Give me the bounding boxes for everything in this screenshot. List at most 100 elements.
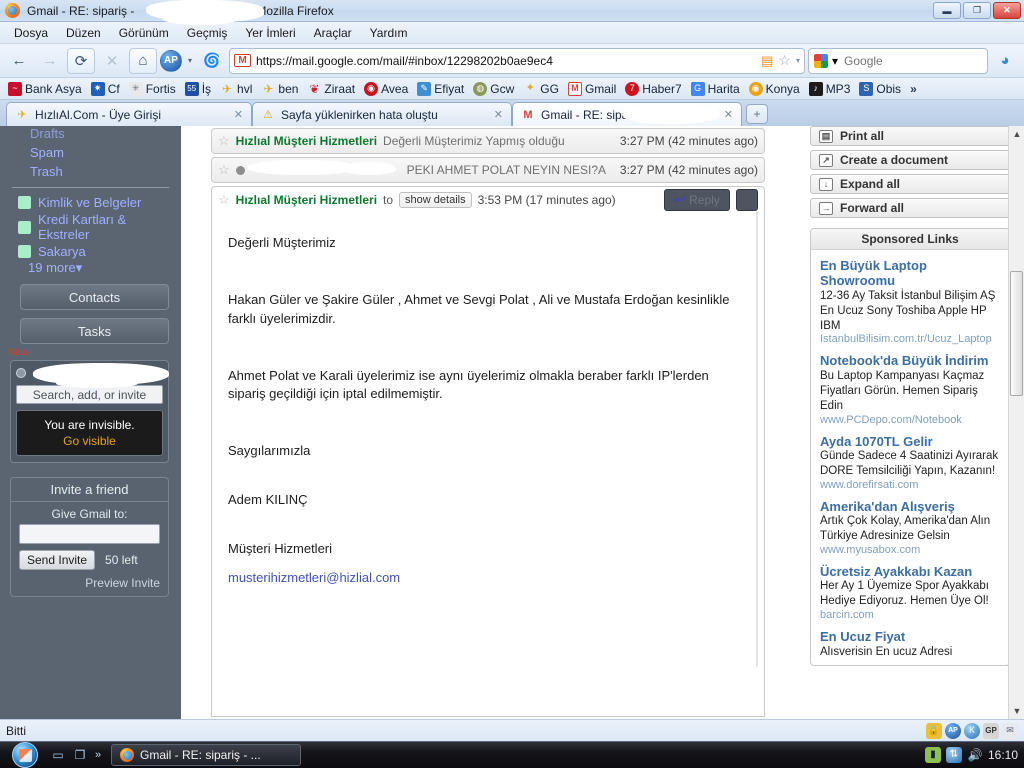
star-icon[interactable]: ☆ <box>218 133 230 149</box>
battery-icon[interactable]: ▮ <box>924 747 941 763</box>
bookmark-star-icon[interactable]: ☆ <box>778 52 791 69</box>
send-invite-button[interactable]: Send Invite <box>19 550 96 571</box>
menu-gecmis[interactable]: Geçmiş <box>179 24 236 42</box>
ad-title[interactable]: En Büyük Laptop Showroomu <box>820 258 1000 289</box>
tab-close-icon[interactable]: ✕ <box>234 108 243 121</box>
chat-status-icon[interactable] <box>16 368 26 378</box>
sidebar-label-kimlik-ve-belgeler[interactable]: Kimlik ve Belgeler <box>0 194 181 211</box>
google-search-engine-icon[interactable] <box>814 53 828 68</box>
url-dropdown-icon[interactable]: ▾ <box>796 56 800 65</box>
ad-title[interactable]: Ayda 1070TL Gelir <box>820 434 1000 449</box>
new-tab-button[interactable]: + <box>746 104 768 124</box>
ad-url[interactable]: www.dorefirsati.com <box>820 479 1000 491</box>
bookmark-efiyat[interactable]: ✎ Efiyat <box>413 81 468 97</box>
ad-title[interactable]: Amerika'dan Alışveriş <box>820 499 1000 514</box>
search-engine-chevron-icon[interactable]: ▾ <box>832 54 838 68</box>
ad-item[interactable]: Amerika'dan Alışveriş Artık Çok Kolay, A… <box>811 491 1009 556</box>
create-a-document-button[interactable]: ↗ Create a document <box>810 150 1010 170</box>
bookmark-is[interactable]: 55 İş <box>181 81 215 97</box>
stop-icon[interactable]: ✕ <box>98 48 126 74</box>
bookmark-ben[interactable]: ✈ ben <box>257 81 302 97</box>
bookmark-konya[interactable]: ◉ Konya <box>745 81 804 97</box>
start-button[interactable] <box>3 742 47 768</box>
ad-item[interactable]: Ayda 1070TL Gelir Günde Sadece 4 Saatini… <box>811 426 1009 491</box>
ad-title[interactable]: Ücretsiz Ayakkabı Kazan <box>820 564 1000 579</box>
network-icon[interactable]: ⇅ <box>945 747 962 763</box>
ap-addon-icon[interactable]: AP <box>160 49 182 72</box>
show-desktop-icon[interactable]: ▭ <box>47 745 69 765</box>
sidebar-label-kredi-kartlari[interactable]: Kredi Kartları & Ekstreler <box>0 211 181 243</box>
bookmark-mp3[interactable]: ♪ MP3 <box>805 81 855 97</box>
menu-dosya[interactable]: Dosya <box>6 24 56 42</box>
sidebar-item-spam[interactable]: Spam <box>0 143 181 162</box>
ad-url[interactable]: www.myusabox.com <box>820 544 1000 556</box>
expand-all-button[interactable]: ↓ Expand all <box>810 174 1010 194</box>
k-icon[interactable]: K <box>964 722 980 739</box>
collapsed-message-2[interactable]: ☆ PEKI AHMET POLAT NEYIN NESI?A 3:27 PM … <box>211 157 765 183</box>
ad-item[interactable]: Notebook'da Büyük İndirim Bu Laptop Kamp… <box>811 345 1009 425</box>
switch-window-icon[interactable]: ❐ <box>69 745 91 765</box>
open-message-header[interactable]: ☆ Hızlıal Müşteri Hizmetleri to show det… <box>211 186 765 212</box>
ad-url[interactable]: IstanbulBilisim.com.tr/Ucuz_Laptop <box>820 333 1000 345</box>
quicklaunch-overflow-icon[interactable]: » <box>91 749 105 761</box>
minimize-button[interactable]: ▬ <box>933 2 961 19</box>
forward-icon[interactable]: → <box>36 48 64 74</box>
bookmark-cf[interactable]: ✷ Cf <box>87 81 124 97</box>
volume-icon[interactable]: 🔊 <box>967 747 983 763</box>
ad-item[interactable]: En Büyük Laptop Showroomu 12-36 Ay Taksi… <box>811 250 1009 345</box>
bookmarks-overflow-icon[interactable]: » <box>906 82 921 96</box>
print-all-button[interactable]: ▤ Print all <box>810 126 1010 146</box>
scroll-down-icon[interactable]: ▼ <box>1011 705 1023 717</box>
show-details-button[interactable]: show details <box>399 191 472 208</box>
bookmark-gg[interactable]: ✦ GG <box>519 81 563 97</box>
ad-url[interactable]: barcin.com <box>820 609 1000 621</box>
taskbar-clock[interactable]: 16:10 <box>988 748 1018 762</box>
body-email-link[interactable]: musterihizmetleri@hizlial.com <box>228 570 400 585</box>
ad-url[interactable]: www.PCDepo.com/Notebook <box>820 414 1000 426</box>
skype-icon[interactable]: ◕ <box>991 48 1019 74</box>
sidebar-item-drafts[interactable]: Drafts <box>0 126 181 143</box>
preview-invite-link[interactable]: Preview Invite <box>11 572 168 596</box>
bookmark-ziraat[interactable]: ❦ Ziraat <box>303 81 359 97</box>
url-bar[interactable]: M https://mail.google.com/mail/#inbox/12… <box>229 47 805 74</box>
bookmark-bank-asya[interactable]: ~ Bank Asya <box>4 81 86 97</box>
close-button[interactable]: ✕ <box>993 2 1021 19</box>
ad-item[interactable]: En Ucuz Fiyat Alısverisin En ucuz Adresi <box>811 621 1009 665</box>
tab-gmail[interactable]: M Gmail - RE: sipariş - ✕ <box>512 102 742 126</box>
message-scrollbar[interactable] <box>750 212 764 667</box>
ad-title[interactable]: En Ucuz Fiyat <box>820 629 1000 644</box>
bookmark-gmail[interactable]: M Gmail <box>564 81 620 97</box>
menu-yer-imleri[interactable]: Yer İmleri <box>237 24 303 42</box>
tab-hizlial[interactable]: ✈ HızlıAl.Com - Üye Girişi ✕ <box>6 102 252 126</box>
menu-duzen[interactable]: Düzen <box>58 24 109 42</box>
bookmark-gcw[interactable]: ◍ Gcw <box>469 81 518 97</box>
mail-icon[interactable]: ✉ <box>1002 722 1018 739</box>
lock-icon[interactable]: 🔒 <box>926 722 942 739</box>
download-helper-icon[interactable]: 🌀 <box>198 48 226 74</box>
message-menu-button[interactable] <box>736 188 758 211</box>
ad-title[interactable]: Notebook'da Büyük İndirim <box>820 353 1000 368</box>
forward-all-button[interactable]: → Forward all <box>810 198 1010 218</box>
chevron-down-icon[interactable]: ▾ <box>185 48 195 74</box>
collapsed-message-1[interactable]: ☆ Hızlıal Müşteri Hizmetleri Değerli Müş… <box>211 128 765 154</box>
back-icon[interactable]: ← <box>5 48 33 74</box>
taskbar-window-button[interactable]: Gmail - RE: sipariş - ... <box>111 744 301 766</box>
contacts-button[interactable]: Contacts <box>20 284 169 310</box>
maximize-button[interactable]: ❐ <box>963 2 991 19</box>
star-icon[interactable]: ☆ <box>218 192 230 208</box>
scroll-up-icon[interactable]: ▲ <box>1011 128 1023 140</box>
bookmark-hvl[interactable]: ✈ hvl <box>216 81 256 97</box>
menu-araclar[interactable]: Araçlar <box>306 24 360 42</box>
search-input[interactable] <box>842 52 963 69</box>
menu-gorunum[interactable]: Görünüm <box>111 24 177 42</box>
tab-close-icon[interactable]: ✕ <box>724 108 733 121</box>
tasks-button[interactable]: Tasks <box>20 318 169 344</box>
bookmark-avea[interactable]: ◉ Avea <box>360 81 412 97</box>
sidebar-item-trash[interactable]: Trash <box>0 162 181 181</box>
rss-feed-icon[interactable]: ▤ <box>761 53 773 69</box>
reply-button[interactable]: ↩ Reply <box>664 188 730 211</box>
scrollbar-thumb[interactable] <box>1010 271 1023 396</box>
go-visible-link[interactable]: Go visible <box>21 433 158 449</box>
tab-error-page[interactable]: ⚠ Sayfa yüklenirken hata oluştu ✕ <box>252 102 512 126</box>
invite-email-input[interactable] <box>19 524 160 545</box>
